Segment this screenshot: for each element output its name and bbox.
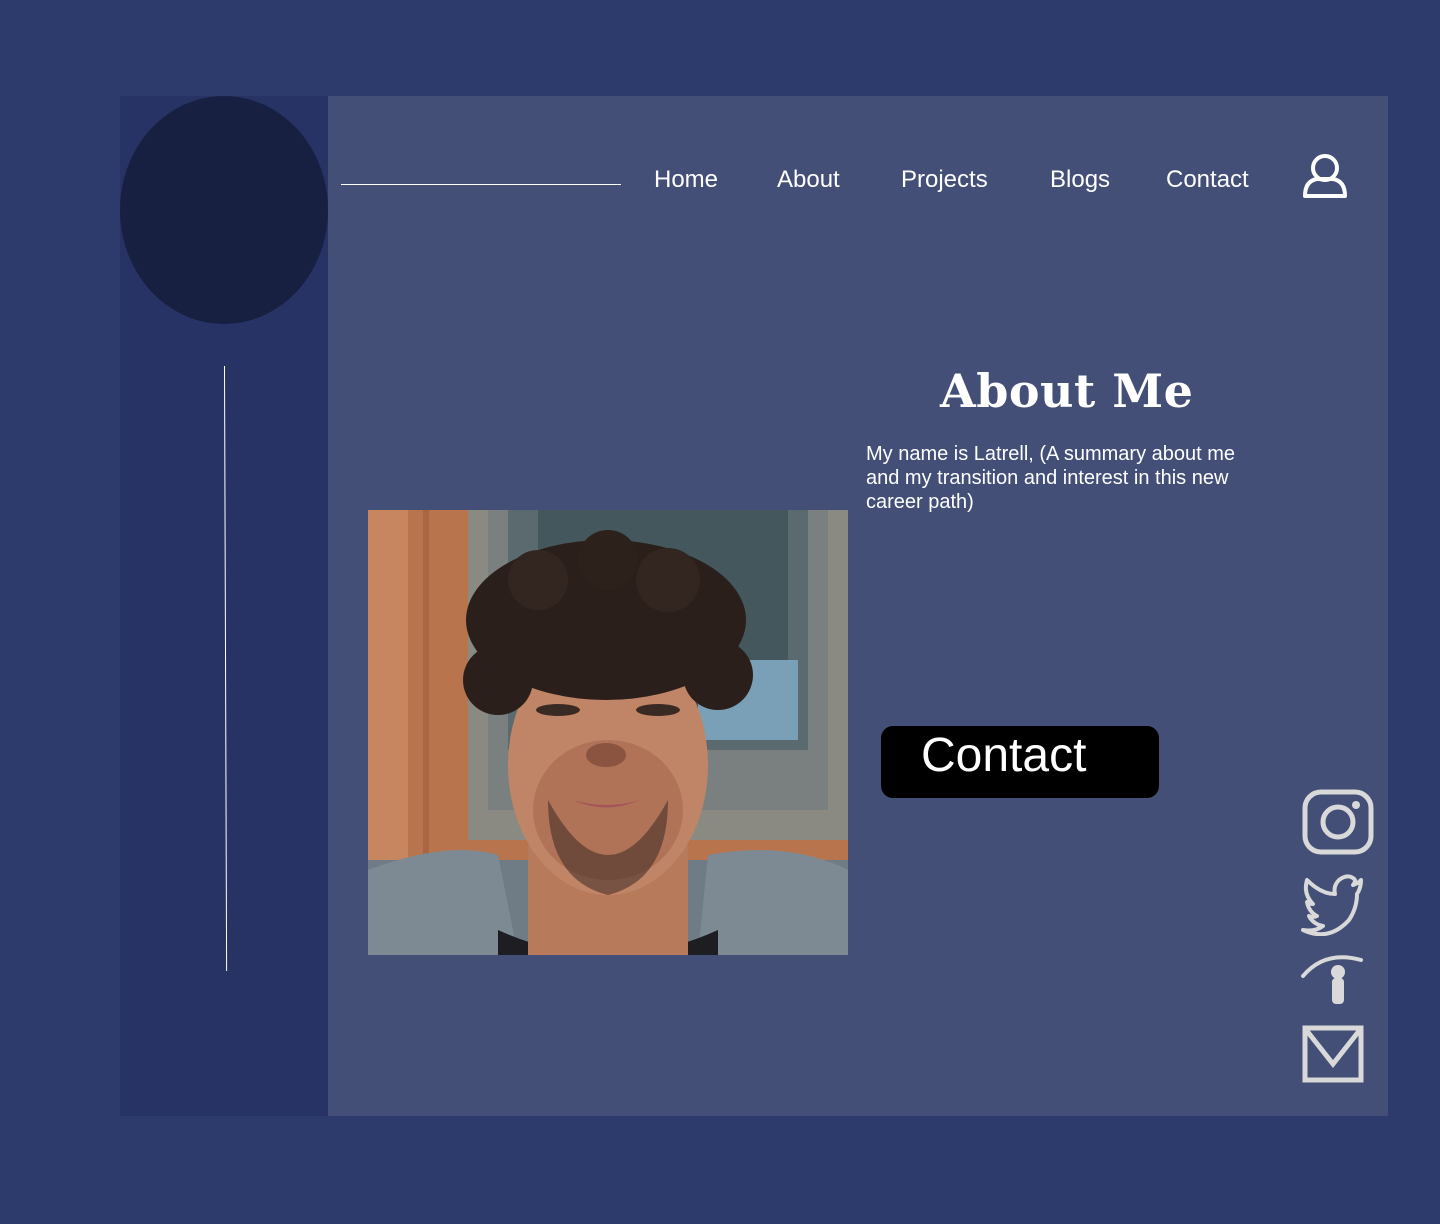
sidebar-divider (224, 365, 228, 971)
nav-home[interactable]: Home (654, 166, 718, 194)
main-panel: Home About Projects Blogs Contact About … (328, 96, 1388, 1116)
profile-photo (368, 510, 848, 955)
indeed-icon[interactable] (1301, 954, 1365, 1006)
mail-icon[interactable] (1301, 1024, 1365, 1084)
nav-divider (341, 184, 621, 185)
instagram-icon[interactable] (1301, 788, 1375, 856)
nav-projects[interactable]: Projects (901, 166, 988, 194)
logo-circle[interactable] (120, 96, 328, 324)
twitter-icon[interactable] (1301, 872, 1365, 936)
nav-blogs[interactable]: Blogs (1050, 166, 1110, 194)
user-icon[interactable] (1301, 151, 1349, 199)
contact-button[interactable]: Contact (881, 726, 1159, 798)
about-title: About Me (940, 364, 1194, 418)
nav-about[interactable]: About (777, 166, 840, 194)
about-text: My name is Latrell, (A summary about me … (866, 443, 1236, 513)
sidebar (120, 96, 328, 1116)
nav-contact[interactable]: Contact (1166, 166, 1249, 194)
